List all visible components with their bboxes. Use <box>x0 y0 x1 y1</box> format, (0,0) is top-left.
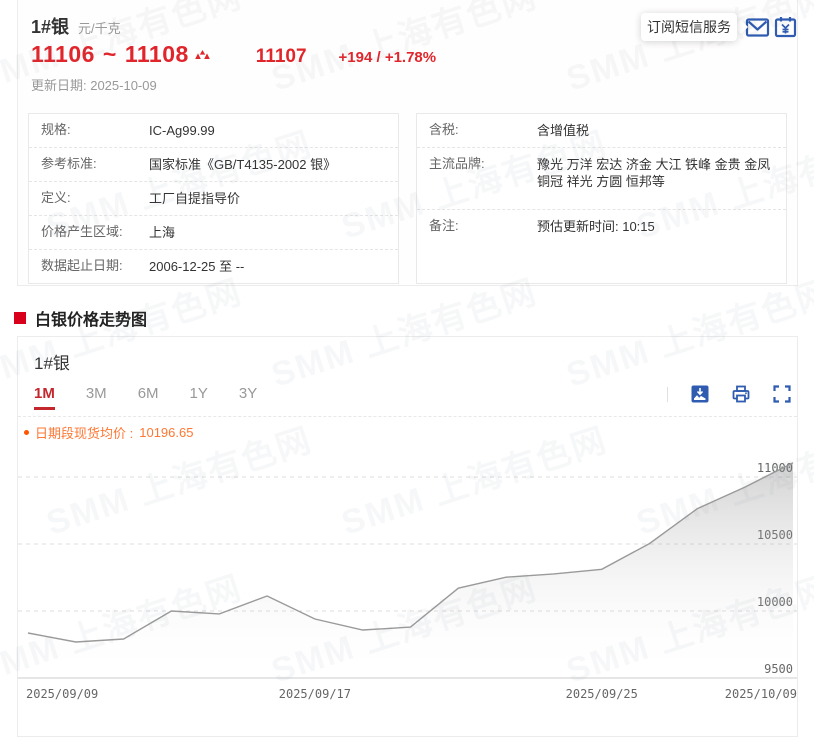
spec-label: 价格产生区域: <box>41 224 123 239</box>
x-axis-label: 2025/10/09 <box>725 687 797 701</box>
spec-row: 数据起止日期: 2006-12-25 至 -- <box>29 250 398 283</box>
update-date: 更新日期: 2025-10-09 <box>31 78 157 93</box>
price-low: 11106 <box>31 41 95 67</box>
spec-value: 国家标准《GB/T4135-2002 银》 <box>149 157 337 172</box>
price-change: +194 / +1.78% <box>338 49 437 66</box>
price-invoice-button[interactable] <box>773 15 798 40</box>
tab-3y[interactable]: 3Y <box>239 385 257 410</box>
tax-brand-table: 含税: 含增值税 主流品牌: 豫光 万洋 宏达 济金 大江 铁峰 金贵 金凤 铜… <box>416 113 787 284</box>
tabs-separator <box>18 416 797 417</box>
invoice-yen-icon <box>774 17 797 38</box>
section-marker-square <box>14 312 26 324</box>
tab-1y[interactable]: 1Y <box>190 385 208 410</box>
spec-table: 规格: IC-Ag99.99 参考标准: 国家标准《GB/T4135-2002 … <box>28 113 399 284</box>
brands-row: 主流品牌: 豫光 万洋 宏达 济金 大江 铁峰 金贵 金凤 铜冠 祥光 方圆 恒… <box>417 148 786 210</box>
remark-label: 备注: <box>429 218 459 233</box>
tax-value: 含增值税 <box>537 123 590 138</box>
print-icon[interactable] <box>732 385 750 403</box>
spec-value: 2006-12-25 至 -- <box>149 259 245 274</box>
section-title: 白银价格走势图 <box>35 312 148 329</box>
brands-label: 主流品牌: <box>429 156 485 171</box>
spec-row: 定义: 工厂自提指导价 <box>29 182 398 216</box>
price-row: 11106 ~ 11108 11107 +194 / +1.78% <box>31 41 436 68</box>
price-trend-chart-card: 1#银 1M 3M 6M 1Y 3Y 日期段现货均价 : 10196.65 95… <box>17 336 798 737</box>
spec-label: 参考标准: <box>41 156 97 171</box>
tax-row: 含税: 含增值税 <box>417 114 786 148</box>
spec-row: 规格: IC-Ag99.99 <box>29 114 398 148</box>
chart-toolbar <box>667 385 791 403</box>
x-axis-label: 2025/09/09 <box>26 687 98 701</box>
subscribe-sms-tooltip: 订阅短信服务 <box>641 13 737 41</box>
legend-dot-icon <box>24 430 29 435</box>
range-tabs: 1M 3M 6M 1Y 3Y <box>34 385 257 410</box>
tab-6m[interactable]: 6M <box>138 385 159 410</box>
price-range-separator: ~ <box>102 41 117 67</box>
mail-envelope-icon <box>745 18 770 37</box>
spec-label: 数据起止日期: <box>41 258 123 273</box>
spec-label: 定义: <box>41 190 71 205</box>
spec-value: 工厂自提指导价 <box>149 191 241 206</box>
area-fill <box>28 462 793 678</box>
product-unit: 元/千克 <box>78 21 121 36</box>
tab-3m[interactable]: 3M <box>86 385 107 410</box>
remark-row: 备注: 预估更新时间: 10:15 <box>417 210 786 276</box>
remark-value: 预估更新时间: 10:15 <box>537 219 655 234</box>
brands-value: 豫光 万洋 宏达 济金 大江 铁峰 金贵 金凤 铜冠 祥光 方圆 恒邦等 <box>537 157 771 189</box>
price-line-chart[interactable]: 95001000010500110002025/09/092025/09/172… <box>18 438 797 733</box>
spec-value: 上海 <box>149 225 176 240</box>
tab-1m[interactable]: 1M <box>34 385 55 410</box>
chart-product-title: 1#银 <box>34 354 70 373</box>
price-high: 11108 <box>124 41 189 67</box>
avg-price: 11107 <box>255 46 307 67</box>
section-header: 白银价格走势图 <box>14 306 147 330</box>
price-summary-card: 1#银 元/千克 11106 ~ 11108 11107 +194 / +1.7… <box>17 0 798 286</box>
toolbar-divider <box>667 386 668 402</box>
info-tables: 规格: IC-Ag99.99 参考标准: 国家标准《GB/T4135-2002 … <box>28 113 787 284</box>
spec-value: IC-Ag99.99 <box>149 123 215 138</box>
x-axis-label: 2025/09/17 <box>279 687 351 701</box>
x-axis-label: 2025/09/25 <box>566 687 638 701</box>
product-name: 1#银 <box>31 17 70 37</box>
spec-row: 参考标准: 国家标准《GB/T4135-2002 银》 <box>29 148 398 182</box>
subscribe-sms-button[interactable] <box>745 15 770 40</box>
spec-label: 规格: <box>41 122 71 137</box>
download-image-icon[interactable] <box>691 385 709 403</box>
spec-row: 价格产生区域: 上海 <box>29 216 398 250</box>
trend-up-icon <box>194 49 210 59</box>
fullscreen-icon[interactable] <box>773 385 791 403</box>
tax-label: 含税: <box>429 122 459 137</box>
product-row: 1#银 元/千克 <box>31 13 121 39</box>
